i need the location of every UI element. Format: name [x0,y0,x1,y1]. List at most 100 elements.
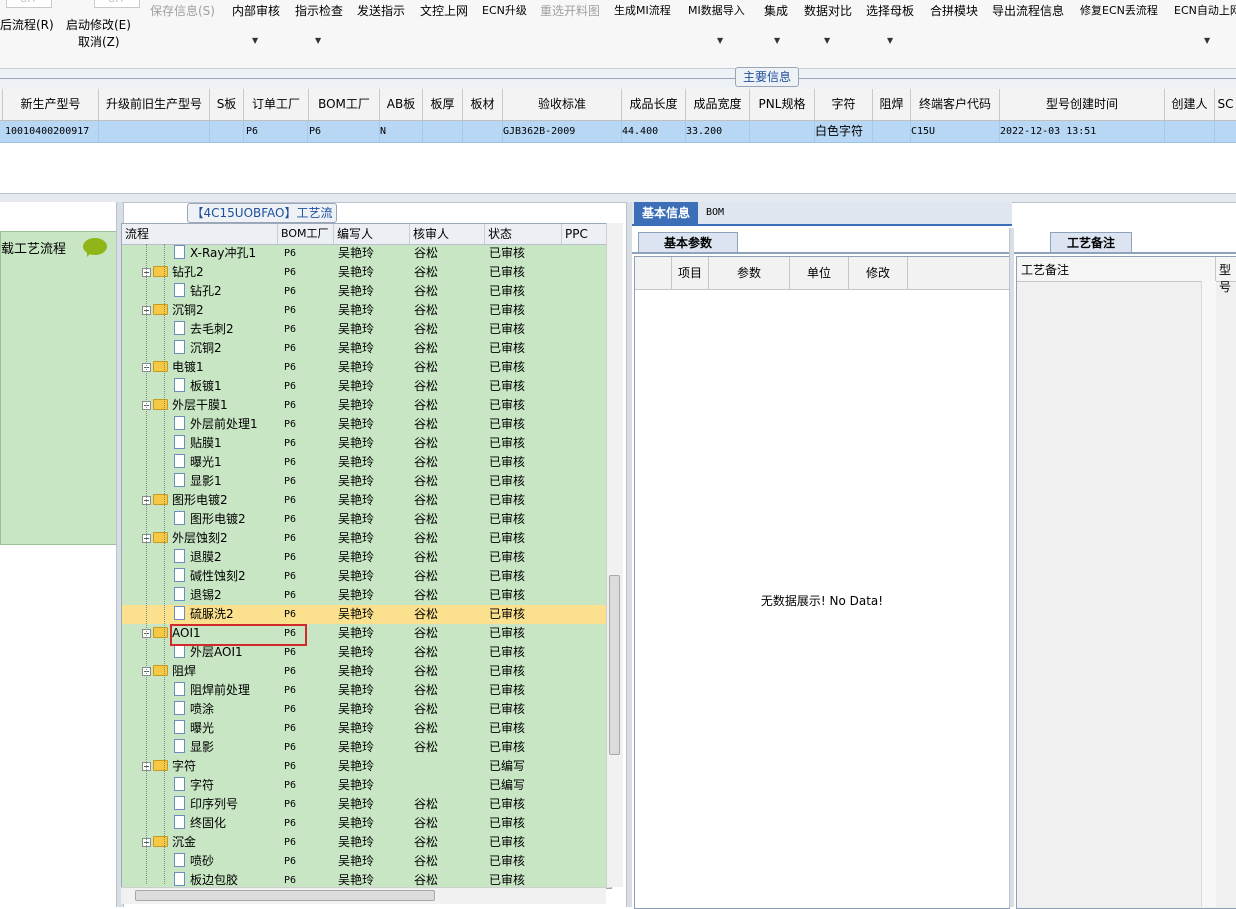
doc-online-button[interactable]: 文控上网 [420,2,468,19]
ecn-auto-online-button[interactable]: ECN自动上网 [1174,2,1236,18]
tree-row[interactable]: 硫脲洗2 P6 吴艳玲 谷松 已审核 [122,605,611,624]
ecn-upgrade-button[interactable]: ECN升级 [482,2,527,18]
load-process-flow-item[interactable]: 载工艺流程 [0,231,117,545]
tab-basic-params[interactable]: 基本参数 [638,232,738,253]
generate-mi-flow-button[interactable]: 生成MI流程 [614,2,671,18]
tree-row[interactable]: − 外层蚀刻2 P6 吴艳玲 谷松 已审核 [122,529,611,548]
mi-data-import-button[interactable]: MI数据导入 [688,2,745,18]
tree-row[interactable]: − 沉金 P6 吴艳玲 谷松 已审核 [122,833,611,852]
column-header[interactable]: BOM工厂 [309,89,380,120]
column-header[interactable]: 修改 [849,257,908,289]
tree-row[interactable]: 字符 P6 吴艳玲 已编写 [122,776,611,795]
tree-row[interactable]: 钻孔2 P6 吴艳玲 谷松 已审核 [122,282,611,301]
tree-row[interactable]: 印序列号 P6 吴艳玲 谷松 已审核 [122,795,611,814]
tree-row[interactable]: 终固化 P6 吴艳玲 谷松 已审核 [122,814,611,833]
column-header[interactable]: BOM工厂 [278,224,334,244]
tree-row[interactable]: 显影1 P6 吴艳玲 谷松 已审核 [122,472,611,491]
tree-row[interactable]: − 钻孔2 P6 吴艳玲 谷松 已审核 [122,263,611,282]
column-header[interactable]: S板 [210,89,244,120]
tree-row[interactable]: − 阻焊 P6 吴艳玲 谷松 已审核 [122,662,611,681]
tree-row[interactable]: 图形电镀2 P6 吴艳玲 谷松 已审核 [122,510,611,529]
chevron-down-icon[interactable]: ▼ [315,36,321,45]
integrate-button[interactable]: 集成 [764,2,788,19]
vertical-scrollbar[interactable] [606,223,623,887]
tree-row[interactable]: 曝光 P6 吴艳玲 谷松 已审核 [122,719,611,738]
tree-row[interactable]: 去毛刺2 P6 吴艳玲 谷松 已审核 [122,320,611,339]
tree-row[interactable]: − 沉铜2 P6 吴艳玲 谷松 已审核 [122,301,611,320]
cancel-button[interactable]: 取消(Z) [78,33,120,50]
column-header[interactable]: 型号 [1219,261,1236,295]
reselect-cutting-button[interactable]: 重选开料图 [540,2,600,19]
chevron-down-icon[interactable]: ▼ [774,36,780,45]
tree-row[interactable]: 退锡2 P6 吴艳玲 谷松 已审核 [122,586,611,605]
tree-row[interactable]: 曝光1 P6 吴艳玲 谷松 已审核 [122,453,611,472]
scrollbar-thumb[interactable] [135,890,435,901]
export-flow-button[interactable]: 导出流程信息 [992,2,1064,19]
column-header[interactable]: 成品宽度 [686,89,750,120]
column-header[interactable]: 型号创建时间 [1000,89,1165,120]
column-header[interactable]: 参数 [709,257,790,289]
tree-row[interactable]: 碱性蚀刻2 P6 吴艳玲 谷松 已审核 [122,567,611,586]
column-header[interactable]: 单位 [790,257,849,289]
column-header[interactable]: 验收标准 [503,89,622,120]
tree-row[interactable]: 阻焊前处理 P6 吴艳玲 谷松 已审核 [122,681,611,700]
send-instruction-button[interactable]: 发送指示 [357,2,405,19]
column-header[interactable]: 成品长度 [622,89,686,120]
column-header[interactable]: 创建人 [1165,89,1215,120]
chevron-down-icon[interactable]: ▼ [824,36,830,45]
column-header[interactable]: PPC [562,224,607,244]
column-header[interactable]: 流程 [122,224,278,244]
tree-row[interactable]: 喷砂 P6 吴艳玲 谷松 已审核 [122,852,611,871]
column-header[interactable]: 编写人 [334,224,410,244]
select-mother-board-button[interactable]: 选择母板 [866,2,914,19]
column-header[interactable]: SC [1215,89,1236,120]
repair-ecn-flow-button[interactable]: 修复ECN丢流程 [1080,2,1158,18]
off-switch[interactable]: OFF [6,0,52,8]
column-header[interactable]: 订单工厂 [244,89,309,120]
tree-row[interactable]: − 图形电镀2 P6 吴艳玲 谷松 已审核 [122,491,611,510]
tree-row[interactable]: 显影 P6 吴艳玲 谷松 已审核 [122,738,611,757]
instruction-check-button[interactable]: 指示检查 [295,2,343,19]
tree-row[interactable]: − 外层干膜1 P6 吴艳玲 谷松 已审核 [122,396,611,415]
tree-row[interactable]: 退膜2 P6 吴艳玲 谷松 已审核 [122,548,611,567]
column-header[interactable]: PNL规格 [750,89,815,120]
column-header[interactable]: 字符 [815,89,873,120]
scrollbar-thumb[interactable] [609,575,620,755]
tree-row[interactable]: 外层前处理1 P6 吴艳玲 谷松 已审核 [122,415,611,434]
column-header[interactable]: 板材 [463,89,503,120]
column-header[interactable]: 升级前旧生产型号 [99,89,210,120]
start-modify-button[interactable]: 启动修改(E) [66,16,131,33]
column-header[interactable]: 工艺备注 [1021,261,1069,278]
off-switch-2[interactable]: OFF [94,0,140,8]
tree-row[interactable]: 沉铜2 P6 吴艳玲 谷松 已审核 [122,339,611,358]
horizontal-scrollbar[interactable] [121,887,606,904]
table-row[interactable]: 10010400200917 P6 P6 N GJB362B-2009 44.4… [0,121,1236,143]
column-header[interactable]: 板厚 [423,89,463,120]
main-info-label[interactable]: 主要信息 [735,67,799,87]
save-info-button[interactable]: 保存信息(S) [150,2,215,19]
column-header[interactable]: 阻焊 [873,89,911,120]
chevron-down-icon[interactable]: ▼ [887,36,893,45]
column-header[interactable]: 新生产型号 [3,89,99,120]
tree-row[interactable]: X-Ray冲孔1 P6 吴艳玲 谷松 已审核 [122,244,611,263]
chevron-down-icon[interactable]: ▼ [252,36,258,45]
tab-bom[interactable]: BOM [706,202,724,224]
column-header[interactable]: 核审人 [410,224,485,244]
column-header[interactable]: AB板 [380,89,423,120]
column-header[interactable]: 项目 [672,257,709,289]
tab-process-notes[interactable]: 工艺备注 [1050,232,1132,253]
flow-button[interactable]: 后流程(R) [0,16,54,33]
merge-module-button[interactable]: 合拼模块 [930,2,978,19]
column-header[interactable]: 终端客户代码 [911,89,1000,120]
tree-row[interactable]: 贴膜1 P6 吴艳玲 谷松 已审核 [122,434,611,453]
tree-row[interactable]: 板镀1 P6 吴艳玲 谷松 已审核 [122,377,611,396]
column-header[interactable]: 状态 [485,224,562,244]
chevron-down-icon[interactable]: ▼ [717,36,723,45]
chevron-down-icon[interactable]: ▼ [1204,36,1210,45]
internal-review-button[interactable]: 内部审核 [232,2,280,19]
tree-row[interactable]: − 字符 P6 吴艳玲 已编写 [122,757,611,776]
vertical-scrollbar[interactable] [1201,281,1216,907]
tab-basic-info[interactable]: 基本信息 [634,202,698,224]
tree-row[interactable]: 喷涂 P6 吴艳玲 谷松 已审核 [122,700,611,719]
row-selector-header[interactable] [635,257,672,289]
